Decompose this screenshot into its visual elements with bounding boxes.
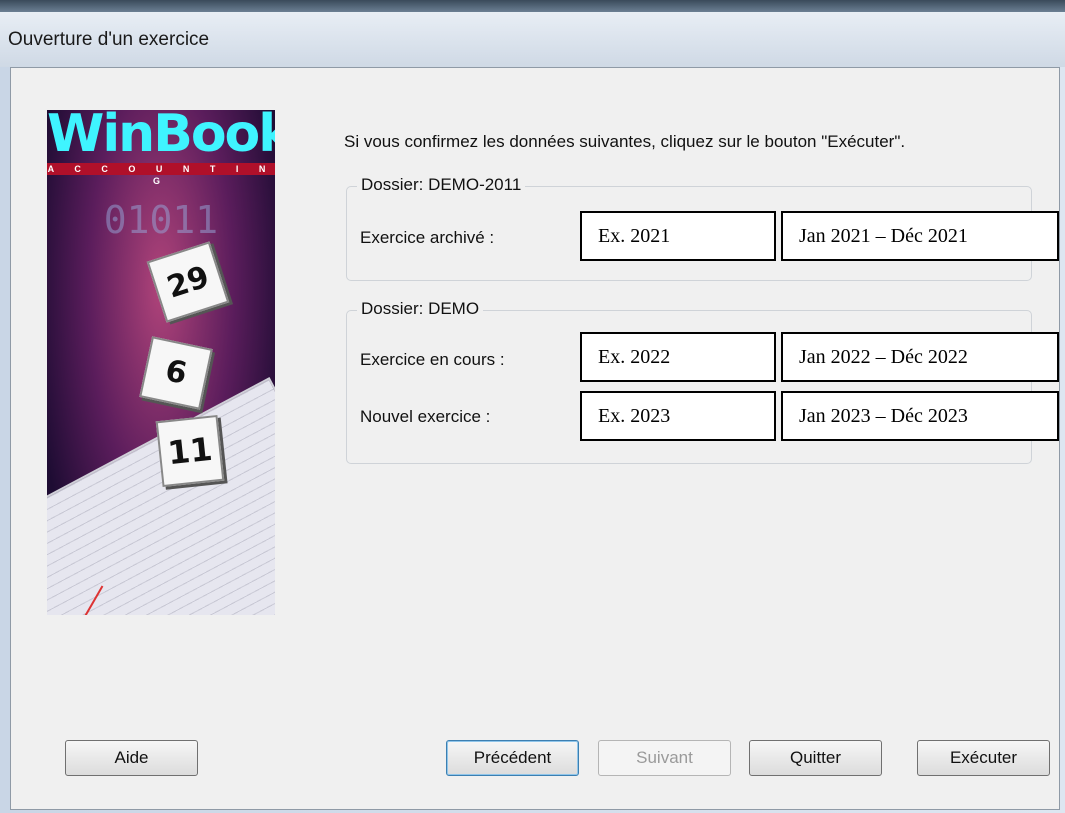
logo-subtitle: A C C O U N T I N G: [47, 163, 275, 186]
current-exercise-field[interactable]: Ex. 2022: [580, 332, 776, 382]
previous-button[interactable]: Précédent: [446, 740, 579, 776]
label-new-exercise: Nouvel exercice :: [360, 407, 491, 426]
execute-button[interactable]: Exécuter: [917, 740, 1050, 776]
winbooks-logo-image: 01011 WinBooks A C C O U N T I N G 29 6 …: [47, 110, 275, 615]
intro-text: Si vous confirmez les données suivantes,…: [344, 132, 906, 151]
logo-binary-text: 01011: [103, 198, 219, 242]
new-exercise-field[interactable]: Ex. 2023: [580, 391, 776, 441]
new-period-field[interactable]: Jan 2023 – Déc 2023: [781, 391, 1059, 441]
current-period-field[interactable]: Jan 2022 – Déc 2022: [781, 332, 1059, 382]
archived-period-field[interactable]: Jan 2021 – Déc 2021: [781, 211, 1059, 261]
window-title: Ouverture d'un exercice: [8, 29, 210, 50]
next-button[interactable]: Suivant: [598, 740, 731, 776]
label-current-exercise: Exercice en cours :: [360, 350, 505, 369]
title-bar[interactable]: Ouverture d'un exercice: [0, 12, 1065, 68]
label-archived-exercise: Exercice archivé :: [360, 228, 495, 247]
logo-brand-text: WinBooks: [47, 110, 275, 164]
calendar-page-icon: 29: [146, 241, 230, 323]
group-title: Dossier: DEMO-2011: [357, 175, 526, 195]
archived-exercise-field[interactable]: Ex. 2021: [580, 211, 776, 261]
window-top-strip: [0, 0, 1065, 12]
calendar-page-icon: 11: [155, 414, 225, 488]
help-button[interactable]: Aide: [65, 740, 198, 776]
calendar-page-icon: 6: [139, 336, 213, 410]
group-title: Dossier: DEMO: [357, 299, 484, 319]
quit-button[interactable]: Quitter: [749, 740, 882, 776]
logo-paper: [47, 377, 275, 615]
